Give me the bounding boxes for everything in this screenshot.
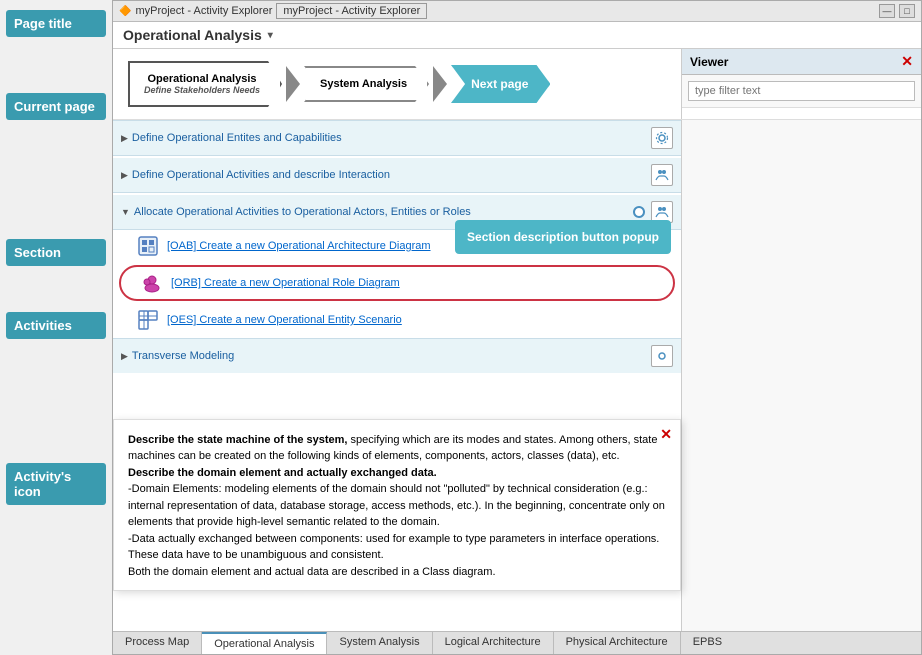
flow-step-3-label: Next page: [471, 77, 528, 91]
viewer-close-button[interactable]: ✕: [901, 53, 913, 70]
annotation-current-page: Current page: [6, 93, 106, 120]
popup-para-2: Describe the domain element and actually…: [128, 465, 666, 482]
title-bar: 🔶 myProject - Activity Explorer myProjec…: [113, 1, 921, 22]
page-heading: Operational Analysis ▾: [113, 22, 921, 49]
section-2-people-icon: [655, 168, 669, 182]
viewer-content: [682, 108, 921, 119]
section-1-gear-icon: [655, 131, 669, 145]
title-bar-controls[interactable]: — □: [879, 4, 915, 18]
activity-label-orb[interactable]: [ORB] Create a new Operational Role Diag…: [171, 277, 400, 289]
section-1-label: Define Operational Entites and Capabilit…: [132, 132, 647, 144]
popup-close-button[interactable]: ✕: [660, 424, 672, 445]
title-bar-left: 🔶 myProject - Activity Explorer myProjec…: [119, 3, 427, 19]
section-1-triangle: ▶: [121, 133, 128, 144]
description-popup: ✕ Describe the state machine of the syst…: [113, 419, 681, 592]
tab-logical-architecture[interactable]: Logical Architecture: [433, 632, 554, 654]
section-desc-callout: Section description button popup: [455, 220, 671, 254]
section-row-2[interactable]: ▶ Define Operational Activities and desc…: [113, 158, 681, 193]
activity-label-oab[interactable]: [OAB] Create a new Operational Architect…: [167, 240, 431, 252]
flow-arrow-2: [433, 66, 447, 102]
annotation-panel: Page title Current page Section Activiti…: [0, 0, 112, 655]
flow-step-next-page[interactable]: Next page: [451, 65, 550, 103]
annotation-activity-icon: Activity's icon: [6, 463, 106, 505]
bottom-tabs: Process Map Operational Analysis System …: [113, 631, 921, 654]
flow-step-2-label: System Analysis: [320, 78, 407, 90]
section-3-triangle: ▼: [121, 207, 130, 217]
process-flow: Operational Analysis Define Stakeholders…: [113, 49, 681, 119]
viewer-filter-input[interactable]: [688, 81, 915, 101]
main-content: 🔶 myProject - Activity Explorer myProjec…: [112, 0, 922, 655]
viewer-filter-area: [682, 75, 921, 108]
annotation-activities: Activities: [6, 312, 106, 339]
activity-icon-orb: [141, 272, 163, 294]
tab-epbs[interactable]: EPBS: [681, 632, 734, 654]
activities-panel: ▶ Define Operational Entites and Capabil…: [113, 120, 681, 631]
popup-para-1: Describe the state machine of the system…: [128, 432, 666, 465]
section-3-people-icon: [655, 205, 669, 219]
popup-para-3: -Domain Elements: modeling elements of t…: [128, 481, 666, 564]
minimize-button[interactable]: —: [879, 4, 895, 18]
viewer-title: Viewer: [690, 55, 728, 69]
tab-physical-architecture[interactable]: Physical Architecture: [554, 632, 681, 654]
flow-step-1-label: Operational Analysis: [144, 73, 260, 85]
dropdown-arrow-icon[interactable]: ▾: [268, 30, 273, 41]
tab-process-map[interactable]: Process Map: [113, 632, 202, 654]
section-2-label: Define Operational Activities and descri…: [132, 169, 647, 181]
flow-step-1-subtitle: Define Stakeholders Needs: [144, 85, 260, 95]
transverse-gear-icon: [655, 349, 669, 363]
section-2-triangle: ▶: [121, 170, 128, 181]
transverse-label: Transverse Modeling: [132, 350, 647, 362]
section-3-connector: [633, 206, 645, 218]
viewer-panel-right: [681, 120, 921, 631]
tab-operational-analysis[interactable]: Operational Analysis: [202, 632, 327, 654]
tab-system-analysis[interactable]: System Analysis: [327, 632, 432, 654]
transverse-triangle: ▶: [121, 351, 128, 362]
activity-row-oes[interactable]: [OES] Create a new Operational Entity Sc…: [113, 304, 681, 336]
popup-para-4: Both the domain element and actual data …: [128, 564, 666, 581]
transverse-row[interactable]: ▶ Transverse Modeling: [113, 338, 681, 373]
section-2-icon-btn[interactable]: [651, 164, 673, 186]
activity-icon-oes: [137, 309, 159, 331]
page-title: Operational Analysis: [123, 27, 262, 43]
flow-step-system-analysis[interactable]: System Analysis: [304, 66, 429, 102]
section-row-1[interactable]: ▶ Define Operational Entites and Capabil…: [113, 120, 681, 156]
maximize-button[interactable]: □: [899, 4, 915, 18]
annotation-section: Section: [6, 239, 106, 266]
title-bar-tab: myProject - Activity Explorer: [276, 3, 427, 19]
app-icon: 🔶: [119, 6, 131, 17]
viewer-header: Viewer ✕: [682, 49, 921, 75]
activity-label-oes[interactable]: [OES] Create a new Operational Entity Sc…: [167, 314, 402, 326]
title-bar-text: myProject - Activity Explorer: [135, 5, 272, 17]
section-1-icon-btn[interactable]: [651, 127, 673, 149]
viewer-panel: Viewer ✕: [681, 49, 921, 119]
section-3-label: Allocate Operational Activities to Opera…: [134, 206, 629, 218]
annotation-page-title: Page title: [6, 10, 106, 37]
flow-arrow-1: [286, 66, 300, 102]
activity-row-orb[interactable]: [ORB] Create a new Operational Role Diag…: [119, 265, 675, 301]
transverse-icon-btn[interactable]: [651, 345, 673, 367]
activity-icon-oab: [137, 235, 159, 257]
flow-step-operational-analysis[interactable]: Operational Analysis Define Stakeholders…: [128, 61, 282, 107]
